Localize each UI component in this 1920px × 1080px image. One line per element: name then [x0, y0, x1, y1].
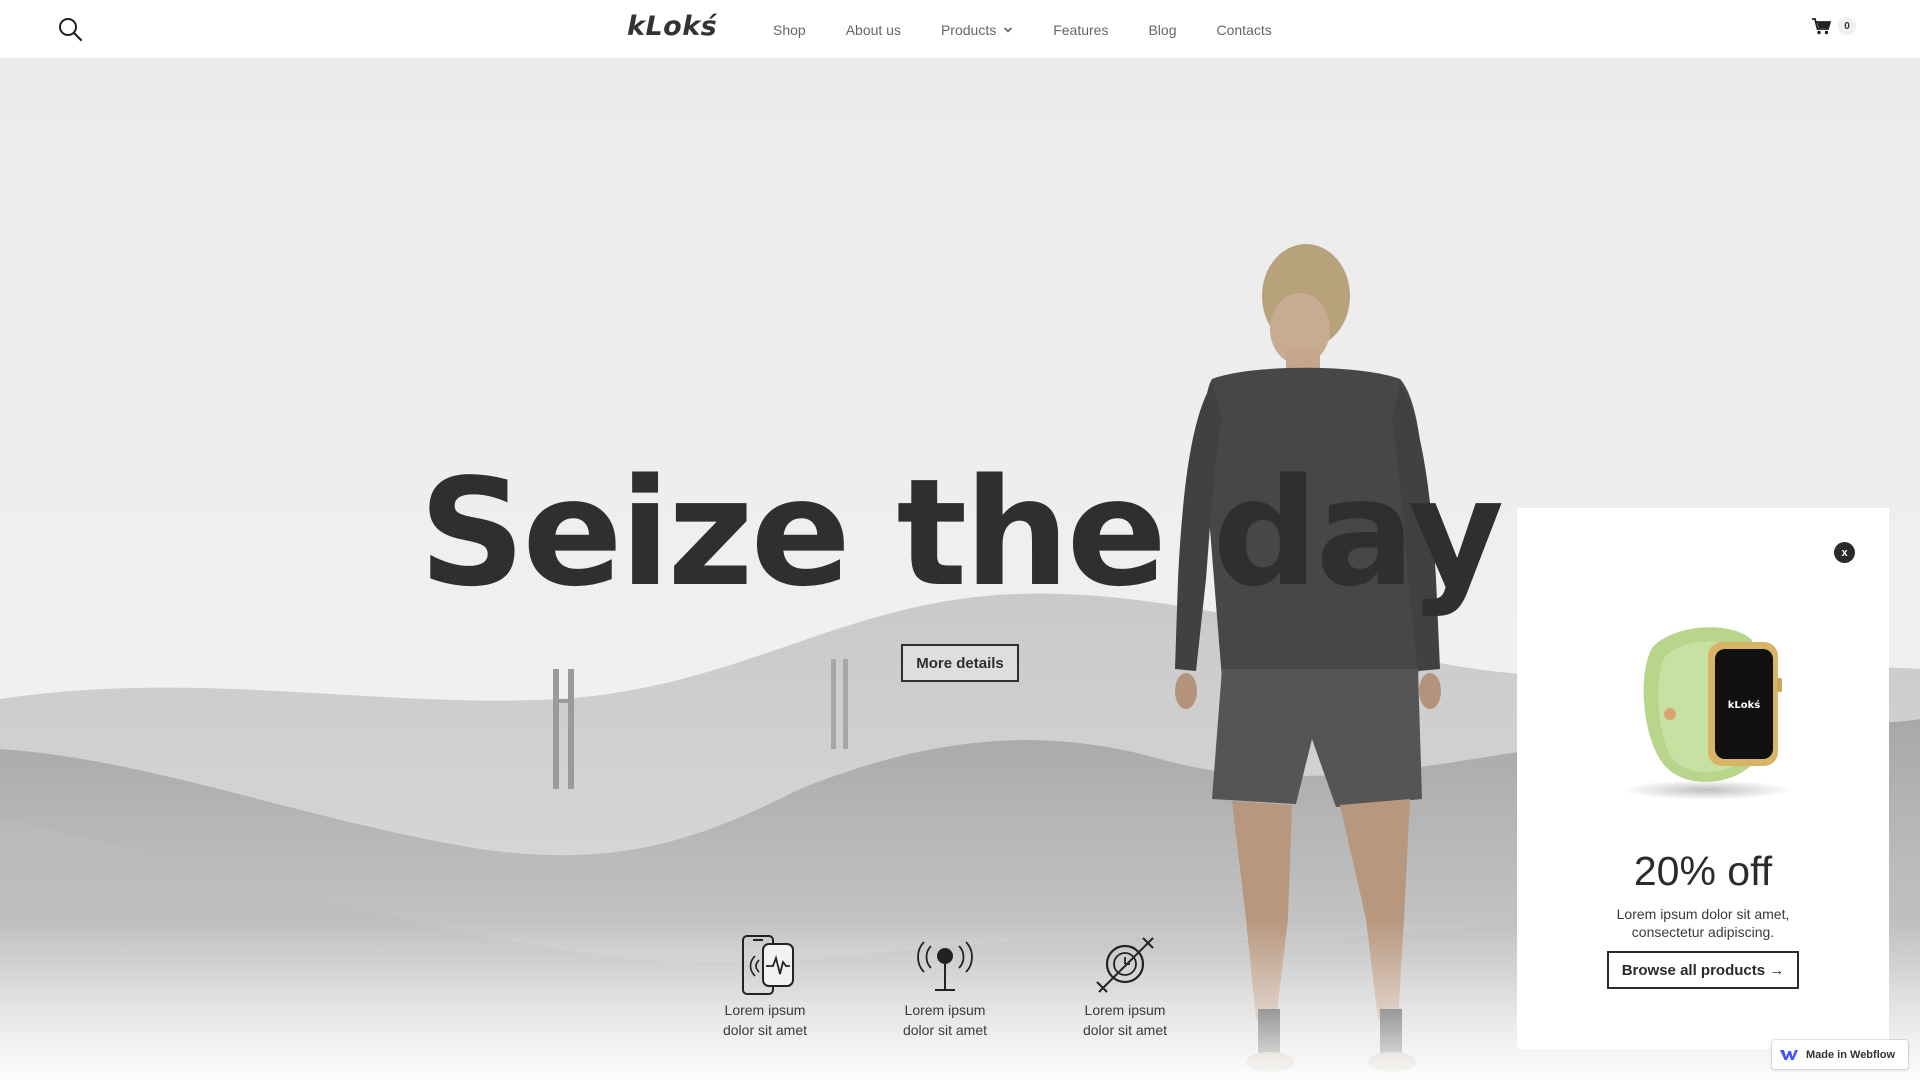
watch-face-logo: kLokś: [1728, 699, 1761, 711]
signal-antenna-icon: [917, 941, 973, 991]
menu-item-products[interactable]: Products: [941, 22, 1013, 38]
feature-text: Lorem ipsum dolor sit amet: [1065, 1000, 1185, 1040]
offer-description: Lorem ipsum dolor sit amet, consectetur …: [1616, 906, 1790, 940]
feature-text: Lorem ipsum dolor sit amet: [705, 1000, 825, 1040]
feature-line: dolor sit amet: [902, 1022, 988, 1038]
brand-logo[interactable]: kLokś: [627, 11, 717, 42]
main-menu: Shop About us Products Features Blog Con…: [773, 0, 1312, 59]
feature-line: Lorem ipsum: [1084, 1002, 1166, 1018]
feature-line: dolor sit amet: [1082, 1022, 1168, 1038]
top-navigation: kLokś Shop About us Products Features Bl…: [0, 0, 1920, 59]
watch-satellite-icon: [1096, 937, 1154, 993]
feature-line: Lorem ipsum: [724, 1002, 806, 1018]
promo-popup: x kLokś 20% off Lorem ipsum dolor sit am…: [1517, 508, 1889, 1049]
cart-count-badge: 0: [1838, 17, 1856, 35]
menu-item-shop[interactable]: Shop: [773, 22, 806, 38]
more-details-button[interactable]: More details: [901, 644, 1019, 682]
feature-item: Lorem ipsum dolor sit amet: [705, 934, 825, 1040]
feature-line: dolor sit amet: [722, 1022, 808, 1038]
smartwatch-product-image: kLokś: [1622, 627, 1792, 800]
menu-item-label: About us: [845, 21, 901, 38]
close-popup-button[interactable]: x: [1834, 542, 1855, 563]
feature-line: Lorem ipsum: [904, 1002, 986, 1018]
menu-item-label: Blog: [1148, 21, 1177, 38]
menu-item-contacts[interactable]: Contacts: [1217, 22, 1272, 38]
search-icon[interactable]: [57, 16, 83, 42]
offer-headline: 20% off: [1633, 848, 1773, 894]
menu-item-label: Shop: [773, 21, 806, 38]
badge-label: Made in Webflow: [1806, 1048, 1896, 1061]
menu-item-blog[interactable]: Blog: [1148, 22, 1176, 38]
menu-item-about-us[interactable]: About us: [846, 22, 901, 38]
feature-item: Lorem ipsum dolor sit amet: [1065, 934, 1185, 1040]
made-in-webflow-badge[interactable]: Made in Webflow: [1772, 1040, 1908, 1069]
chevron-down-icon: [1004, 26, 1013, 33]
menu-item-label: Contacts: [1216, 21, 1272, 38]
webflow-logo-icon: [1780, 1049, 1798, 1060]
feature-item: Lorem ipsum dolor sit amet: [885, 934, 1005, 1040]
feature-text: Lorem ipsum dolor sit amet: [885, 1000, 1005, 1040]
menu-item-label: Products: [940, 21, 997, 38]
cart-icon: [1812, 17, 1831, 34]
menu-item-features[interactable]: Features: [1053, 22, 1108, 38]
cart-button[interactable]: 0: [1812, 17, 1856, 35]
browse-all-products-button[interactable]: Browse all products →: [1607, 951, 1799, 989]
phone-watch-heartrate-icon: [742, 935, 794, 995]
menu-item-label: Features: [1053, 21, 1109, 38]
